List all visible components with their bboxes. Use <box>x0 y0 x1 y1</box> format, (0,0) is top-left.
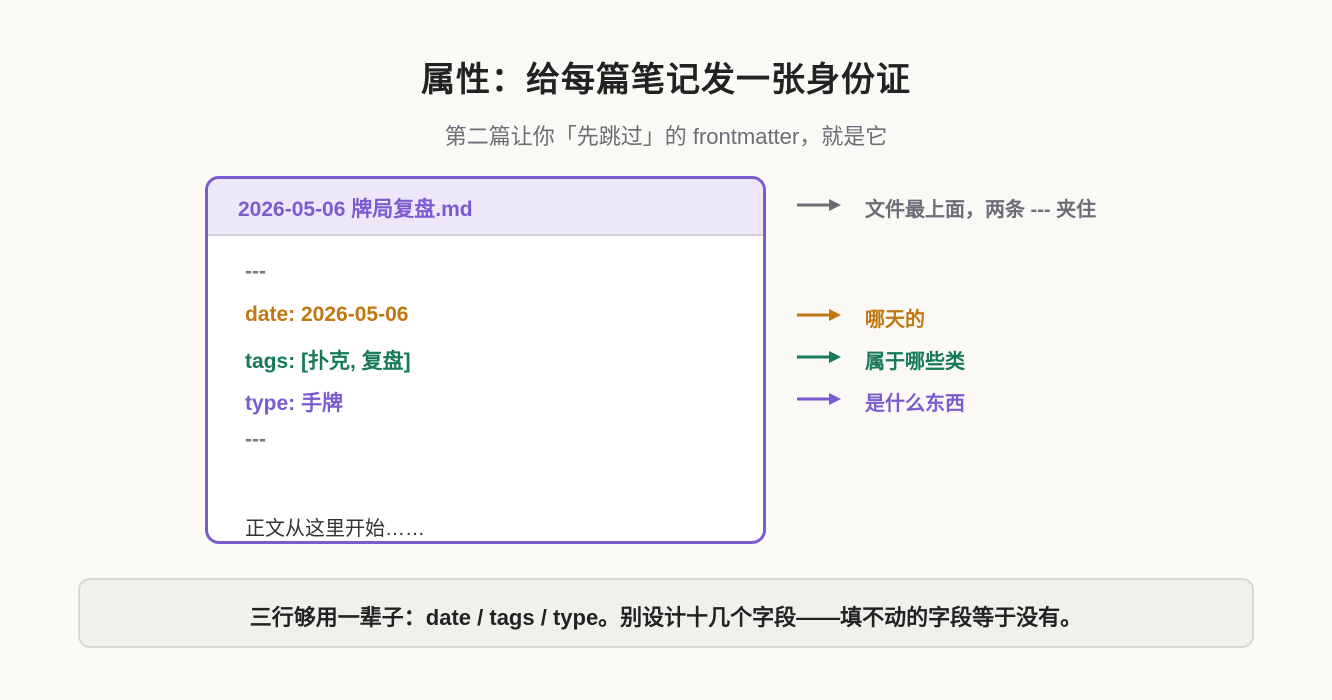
annotation-header: 文件最上面，两条 --- 夹住 <box>865 199 1097 221</box>
frontmatter-close-dash: --- <box>245 428 266 451</box>
arrow-right-icon-tags <box>797 351 841 363</box>
page-subtitle: 第二篇让你「先跳过」的 frontmatter，就是它 <box>444 124 888 149</box>
frontmatter-type-line: type: 手牌 <box>245 392 344 415</box>
arrow-right-icon-header <box>797 199 841 211</box>
file-card: 2026-05-06 牌局复盘.md --- date: 2026-05-06 … <box>205 176 766 544</box>
summary-box: 三行够用一辈子：date / tags / type。别设计十几个字段——填不动… <box>78 578 1254 648</box>
file-name: 2026-05-06 牌局复盘.md <box>238 198 473 221</box>
frontmatter-date-line: date: 2026-05-06 <box>245 303 409 326</box>
annotation-date: 哪天的 <box>865 309 925 331</box>
file-body-text: 正文从这里开始…… <box>245 518 425 540</box>
frontmatter-tags-line: tags: [扑克, 复盘] <box>245 350 411 373</box>
file-header: 2026-05-06 牌局复盘.md <box>208 179 763 236</box>
frontmatter-open-dash: --- <box>245 260 266 283</box>
annotation-tags: 属于哪些类 <box>865 351 965 373</box>
annotation-type: 是什么东西 <box>865 393 965 415</box>
page-title: 属性：给每篇笔记发一张身份证 <box>421 61 911 99</box>
arrow-right-icon-type <box>797 393 841 405</box>
summary-text: 三行够用一辈子：date / tags / type。别设计十几个字段——填不动… <box>249 605 1083 630</box>
arrow-right-icon-date <box>797 309 841 321</box>
